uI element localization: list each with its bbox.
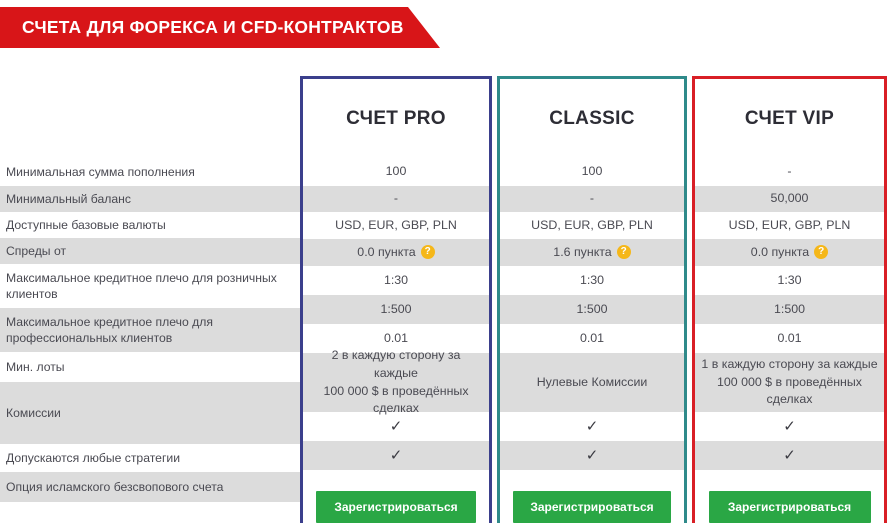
cell-vip-min-lots: 0.01	[695, 324, 884, 353]
feature-label-min-balance: Минимальный баланс	[0, 186, 300, 212]
cell-pro-leverage-retail: 1:30	[303, 266, 489, 295]
cta-wrap-classic: Зарегистрироваться	[500, 470, 684, 523]
cell-vip-leverage-retail: 1:30	[695, 266, 884, 295]
cell-pro-commissions: 2 в каждую сторону за каждые 100 000 $ в…	[303, 348, 489, 415]
cell-pro-leverage-500: 1:500	[303, 295, 489, 324]
cell-classic-spreads-text: 1.6 пункта	[553, 244, 612, 259]
feature-label-min-deposit: Минимальная сумма пополнения	[0, 158, 300, 186]
plan-column-vip: СЧЕТ VIP - 50,000 USD, EUR, GBP, PLN 0.0…	[692, 76, 887, 523]
pricing-comparison-page: СЧЕТА ДЛЯ ФОРЕКСА И CFD-КОНТРАКТОВ Миним…	[0, 0, 887, 523]
feature-label-max-leverage-retail: Максимальное кредитное плечо для розничн…	[0, 264, 300, 308]
plan-title-classic: CLASSIC	[549, 107, 635, 129]
help-icon[interactable]: ?	[616, 245, 631, 260]
cta-wrap-vip: Зарегистрироваться	[695, 470, 884, 523]
cell-classic-commissions: Нулевые Комиссии	[500, 353, 684, 412]
register-button-vip[interactable]: Зарегистрироваться	[708, 491, 871, 523]
cell-pro-min-balance: -	[303, 186, 489, 212]
cell-classic-leverage-500: 1:500	[500, 295, 684, 324]
cell-classic-min-lots: 0.01	[500, 324, 684, 353]
cell-pro-min-deposit: 100	[303, 158, 489, 186]
feature-label-base-currencies: Доступные базовые валюты	[0, 212, 300, 238]
help-icon[interactable]: ?	[420, 245, 435, 260]
cell-classic-base-currencies: USD, EUR, GBP, PLN	[500, 212, 684, 239]
cell-classic-any-strategies: ✓	[500, 412, 684, 441]
cta-wrap-pro: Зарегистрироваться	[303, 470, 489, 523]
cell-pro-base-currencies: USD, EUR, GBP, PLN	[303, 212, 489, 239]
plan-column-pro: СЧЕТ PRO 100 - USD, EUR, GBP, PLN 0.0 пу…	[300, 76, 492, 523]
feature-label-commissions: Комиссии	[0, 382, 300, 444]
cell-vip-spreads-text: 0.0 пункта	[750, 244, 810, 259]
cell-classic-spreads-from: 1.6 пункта ?	[500, 239, 684, 266]
cell-pro-spreads-text: 0.0 пункта	[357, 244, 416, 259]
plan-body-vip: - 50,000 USD, EUR, GBP, PLN 0.0 пункта ?…	[695, 158, 884, 523]
cell-vip-any-strategies: ✓	[695, 412, 884, 441]
cell-classic-min-deposit: 100	[500, 158, 684, 186]
feature-label-islamic-account: Опция исламского безсвопового счета	[0, 472, 300, 502]
plan-body-pro: 100 - USD, EUR, GBP, PLN 0.0 пункта ? 1:…	[303, 158, 489, 523]
plan-column-classic: CLASSIC 100 - USD, EUR, GBP, PLN 1.6 пун…	[497, 76, 687, 523]
plan-header-vip: СЧЕТ VIP	[695, 79, 884, 158]
register-button-pro[interactable]: Зарегистрироваться	[316, 491, 476, 523]
cell-vip-islamic-account: ✓	[695, 441, 884, 470]
feature-label-max-leverage-pro: Максимальное кредитное плечо для професс…	[0, 308, 300, 352]
feature-label-spreads-from: Спреды от	[0, 238, 300, 264]
plan-header-classic: CLASSIC	[500, 79, 684, 158]
register-button-classic[interactable]: Зарегистрироваться	[513, 491, 671, 523]
feature-label-min-lots: Мин. лоты	[0, 352, 300, 382]
cell-vip-base-currencies: USD, EUR, GBP, PLN	[695, 212, 884, 239]
cell-classic-spreads-inner: 1.6 пункта ?	[553, 244, 631, 262]
help-icon[interactable]: ?	[814, 245, 829, 260]
cell-vip-leverage-500: 1:500	[695, 295, 884, 324]
cell-pro-spreads-inner: 0.0 пункта ?	[357, 244, 435, 262]
cell-classic-islamic-account: ✓	[500, 441, 684, 470]
cell-vip-commissions: 1 в каждую сторону за каждые 100 000 $ в…	[695, 353, 884, 412]
cell-vip-min-deposit: -	[695, 158, 884, 186]
cell-vip-spreads-from: 0.0 пункта ?	[695, 239, 884, 266]
cell-classic-min-balance: -	[500, 186, 684, 212]
cell-classic-leverage-retail: 1:30	[500, 266, 684, 295]
page-banner: СЧЕТА ДЛЯ ФОРЕКСА И CFD-КОНТРАКТОВ	[0, 7, 440, 48]
plan-header-pro: СЧЕТ PRO	[303, 79, 489, 158]
plan-body-classic: 100 - USD, EUR, GBP, PLN 1.6 пункта ? 1:…	[500, 158, 684, 523]
cell-pro-spreads-from: 0.0 пункта ?	[303, 239, 489, 266]
feature-label-any-strategies: Допускаются любые стратегии	[0, 444, 300, 472]
cell-pro-islamic-account: ✓	[303, 441, 489, 470]
feature-label-column: Минимальная сумма пополнения Минимальный…	[0, 158, 300, 502]
cell-vip-min-balance: 50,000	[695, 186, 884, 212]
cell-vip-spreads-inner: 0.0 пункта ?	[750, 244, 829, 262]
page-title: СЧЕТА ДЛЯ ФОРЕКСА И CFD-КОНТРАКТОВ	[22, 17, 404, 37]
plan-title-pro: СЧЕТ PRO	[346, 107, 446, 129]
plan-title-vip: СЧЕТ VIP	[744, 107, 835, 129]
